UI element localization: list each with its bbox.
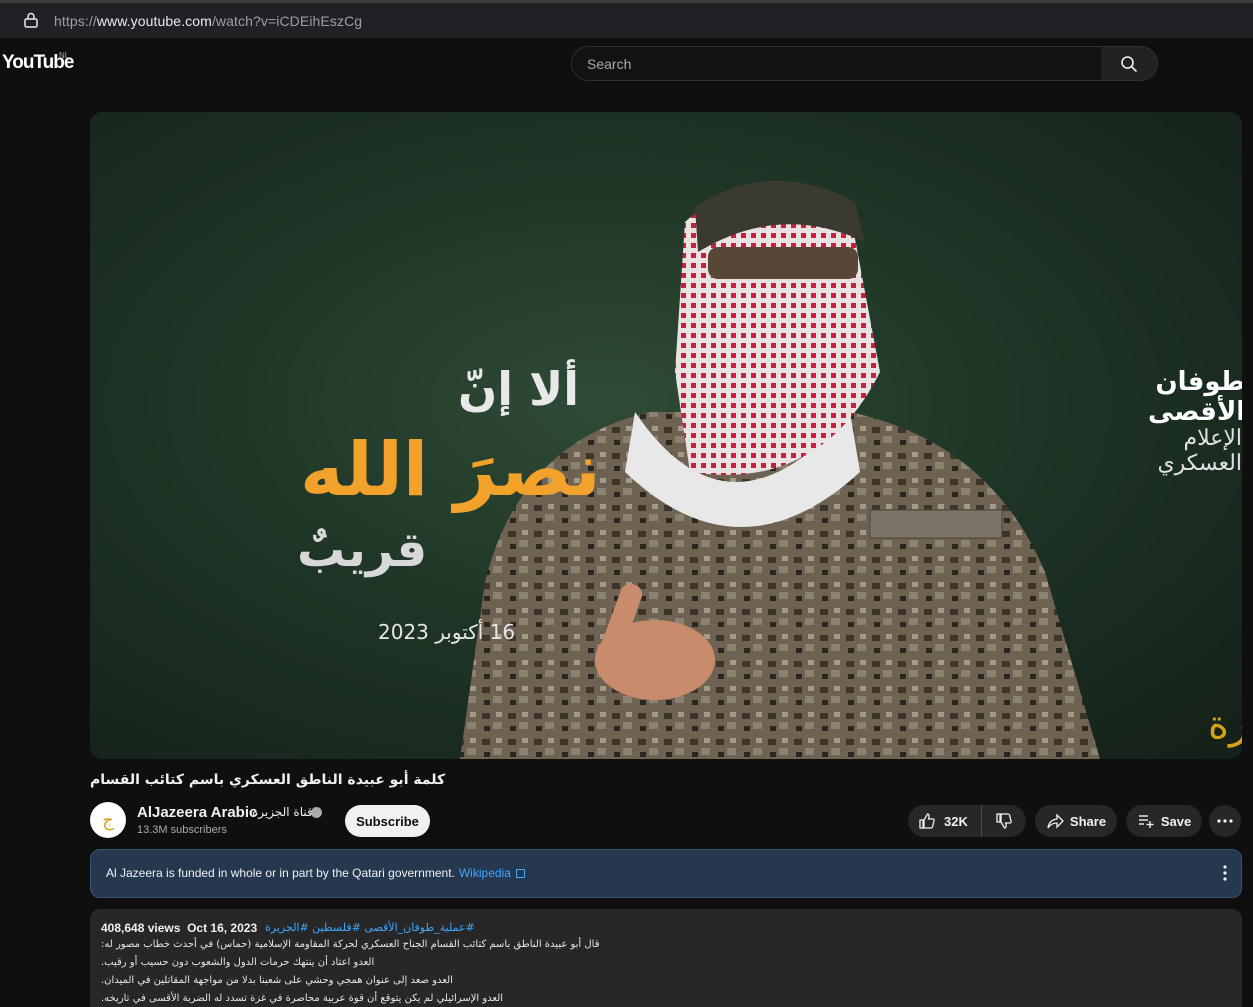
description-line: العدو صعد إلى عنوان همجي وحشي على شعبنا … (101, 975, 453, 986)
url-field[interactable]: https://www.youtube.com/watch?v=iCDEihEs… (54, 13, 362, 29)
wikipedia-link-label: Wikipedia (458, 866, 511, 880)
speaker-figure (460, 180, 1100, 759)
share-label: Share (1069, 813, 1107, 829)
subscribe-button[interactable]: Subscribe (345, 805, 430, 837)
subscriber-count: 13.3M subscribers (137, 824, 227, 836)
thumbs-up-icon (919, 813, 935, 829)
description-line: العدو اعتاد أن ينتهك حرمات الدول والشعوب… (101, 957, 375, 968)
video-player[interactable]: ألا إنّ نصرَ الله قريبٌ 16 أكتوبر 2023 ط… (90, 112, 1242, 759)
more-horizontal-icon (1217, 819, 1233, 823)
funding-info-text: Al Jazeera is funded in whole or in part… (106, 866, 525, 880)
like-count: 32K (944, 813, 968, 829)
url-domain: www.youtube.com (96, 13, 212, 29)
url-path: /watch?v=iCDEihEszCg (211, 13, 363, 29)
thumbs-down-icon (996, 813, 1012, 829)
video-title: كلمة أبو عبيدة الناطق العسكري باسم كتائب… (90, 772, 446, 788)
url-prefix: https:// (54, 13, 97, 29)
overlay-line-1: ألا إنّ (458, 362, 580, 416)
channel-avatar[interactable]: ج (90, 802, 126, 838)
hashtags[interactable]: #عملية_طوفان_الأقصى #فلسطين #الجزيرة (265, 921, 475, 934)
browser-address-bar: https://www.youtube.com/watch?v=iCDEihEs… (0, 0, 1253, 38)
lock-icon (24, 12, 38, 28)
dislike-button[interactable] (982, 805, 1026, 837)
description-line: العدو الإسرائيلي لم يكن يتوقع أن قوة عرب… (101, 993, 504, 1004)
channel-name[interactable]: AlJazeera Arabic (137, 804, 257, 821)
share-button[interactable]: Share (1035, 805, 1117, 837)
description-box[interactable]: 408,648 views Oct 16, 2023 #عملية_طوفان_… (90, 909, 1242, 1007)
funding-info-message: Al Jazeera is funded in whole or in part… (106, 866, 455, 880)
overlay-line-2: نصرَ الله (300, 427, 601, 513)
more-vertical-icon[interactable] (1223, 865, 1227, 881)
save-button[interactable]: Save (1126, 805, 1202, 837)
description-line: قال أبو عبيدة الناطق باسم كتائب القسام ا… (101, 939, 600, 950)
view-count: 408,648 views (101, 921, 181, 935)
wikipedia-link[interactable]: Wikipedia (459, 866, 525, 880)
channel-alt-name: قناة الجزيرة (252, 805, 313, 819)
operation-logo: طوفان الأقصى (1148, 367, 1242, 427)
verified-icon (311, 807, 322, 818)
overlay-line-3: قريبٌ (297, 522, 428, 578)
search-icon (1121, 55, 1138, 72)
add-to-playlist-icon (1138, 815, 1154, 828)
search-input[interactable] (572, 47, 1101, 80)
external-link-icon (515, 869, 525, 878)
share-icon (1047, 813, 1064, 829)
save-label: Save (1160, 813, 1192, 829)
funding-info-panel: Al Jazeera is funded in whole or in part… (90, 849, 1242, 898)
search-button[interactable] (1101, 46, 1158, 81)
region-code: NL (59, 51, 70, 60)
military-media-logo: الإعلام العسكري (1157, 426, 1242, 476)
upload-date: Oct 16, 2023 (187, 921, 258, 935)
search-box (571, 46, 1102, 81)
overlay-date: 16 أكتوبر 2023 (378, 620, 516, 644)
masthead: YouTube NL (0, 38, 1253, 94)
more-actions-button[interactable] (1209, 805, 1241, 837)
like-button[interactable]: 32K (908, 805, 982, 837)
view-count-date: 408,648 views Oct 16, 2023 (101, 921, 257, 935)
avatar-glyph: ج (102, 809, 114, 831)
like-dislike-group: 32K (908, 805, 1026, 837)
aljazeera-watermark: الجزيرة (1208, 702, 1242, 748)
